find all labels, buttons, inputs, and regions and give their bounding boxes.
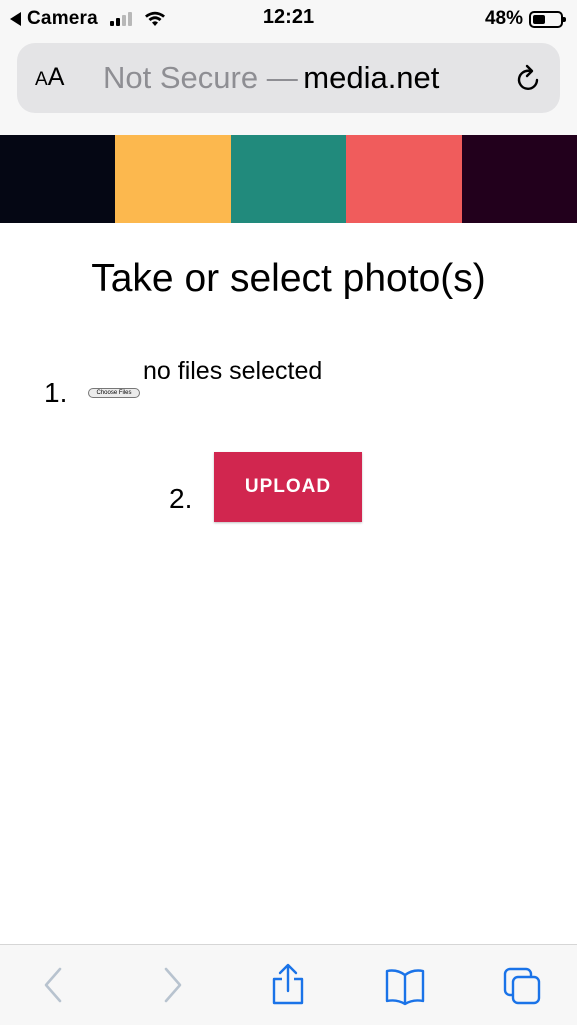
text-size-button[interactable]: AA [35,63,64,92]
color-swatch [0,135,116,223]
step-1-number: 1. [44,377,68,408]
status-bar: Camera 12:21 48% [0,0,577,38]
color-band [0,135,577,223]
battery-status: 48% [484,6,566,32]
color-swatch [461,135,577,223]
choose-files-button[interactable]: Choose Files [88,388,140,398]
share-icon[interactable] [268,963,308,1007]
back-arrow-icon[interactable] [34,963,74,1007]
tabs-icon[interactable] [502,963,542,1007]
step-2-number: 2. [169,483,193,514]
battery-icon [529,10,566,28]
battery-percent: 48% [484,8,523,29]
color-swatch [230,135,347,223]
browser-toolbar [0,944,577,1025]
url-display[interactable]: Not Secure — media.net [103,60,493,96]
reload-icon[interactable] [512,63,544,95]
security-warning: Not Secure — [103,60,298,95]
browser-top-chrome: Camera 12:21 48% AA Not Secure — media.n… [0,0,577,135]
color-swatch [346,135,462,223]
url-domain: media.net [303,60,440,95]
address-bar[interactable]: AA Not Secure — media.net [17,43,560,113]
forward-arrow-icon[interactable] [152,963,192,1007]
upload-button[interactable]: UPLOAD [214,452,362,522]
file-status-text: no files selected [143,357,323,385]
bookmarks-icon[interactable] [385,963,425,1007]
page-title: Take or select photo(s) [91,257,486,300]
color-swatch [115,135,231,223]
